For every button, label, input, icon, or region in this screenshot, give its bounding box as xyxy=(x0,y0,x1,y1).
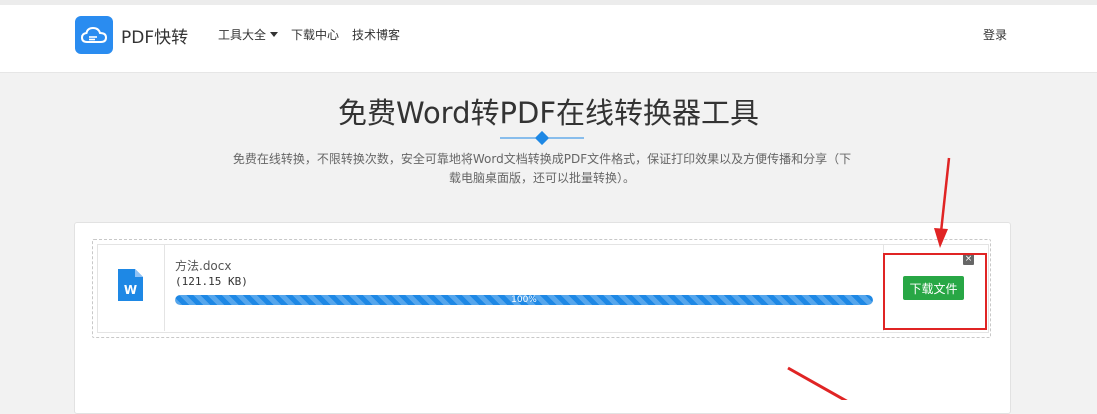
site-header: PDF快转 工具大全 下载中心 技术博客 登录 xyxy=(0,5,1097,73)
title-divider xyxy=(500,131,584,145)
svg-text:W: W xyxy=(124,283,137,297)
page-subtitle: 免费在线转换，不限转换次数，安全可靠地将Word文档转换成PDF文件格式，保证打… xyxy=(232,152,852,185)
nav-tech-blog[interactable]: 技术博客 xyxy=(352,26,400,43)
page-title: 免费Word转PDF在线转换器工具 xyxy=(337,96,760,130)
word-file-icon: W xyxy=(118,269,143,301)
nav-download-center[interactable]: 下载中心 xyxy=(291,26,339,43)
annotation-arrow-top xyxy=(939,157,951,233)
brand-name[interactable]: PDF快转 xyxy=(121,23,188,48)
file-name: 方法.docx xyxy=(175,259,232,273)
progress-label: 100% xyxy=(511,295,537,305)
nav-tools-label: 工具大全 xyxy=(218,28,267,42)
file-size: (121.15 KB) xyxy=(175,275,248,288)
nav-tools-menu[interactable]: 工具大全 xyxy=(218,26,279,43)
login-link[interactable]: 登录 xyxy=(983,26,1007,43)
highlight-box xyxy=(883,253,987,330)
cloud-logo-icon[interactable] xyxy=(75,16,113,54)
progress-bar: 100% xyxy=(175,295,873,305)
caret-down-icon xyxy=(270,32,279,37)
